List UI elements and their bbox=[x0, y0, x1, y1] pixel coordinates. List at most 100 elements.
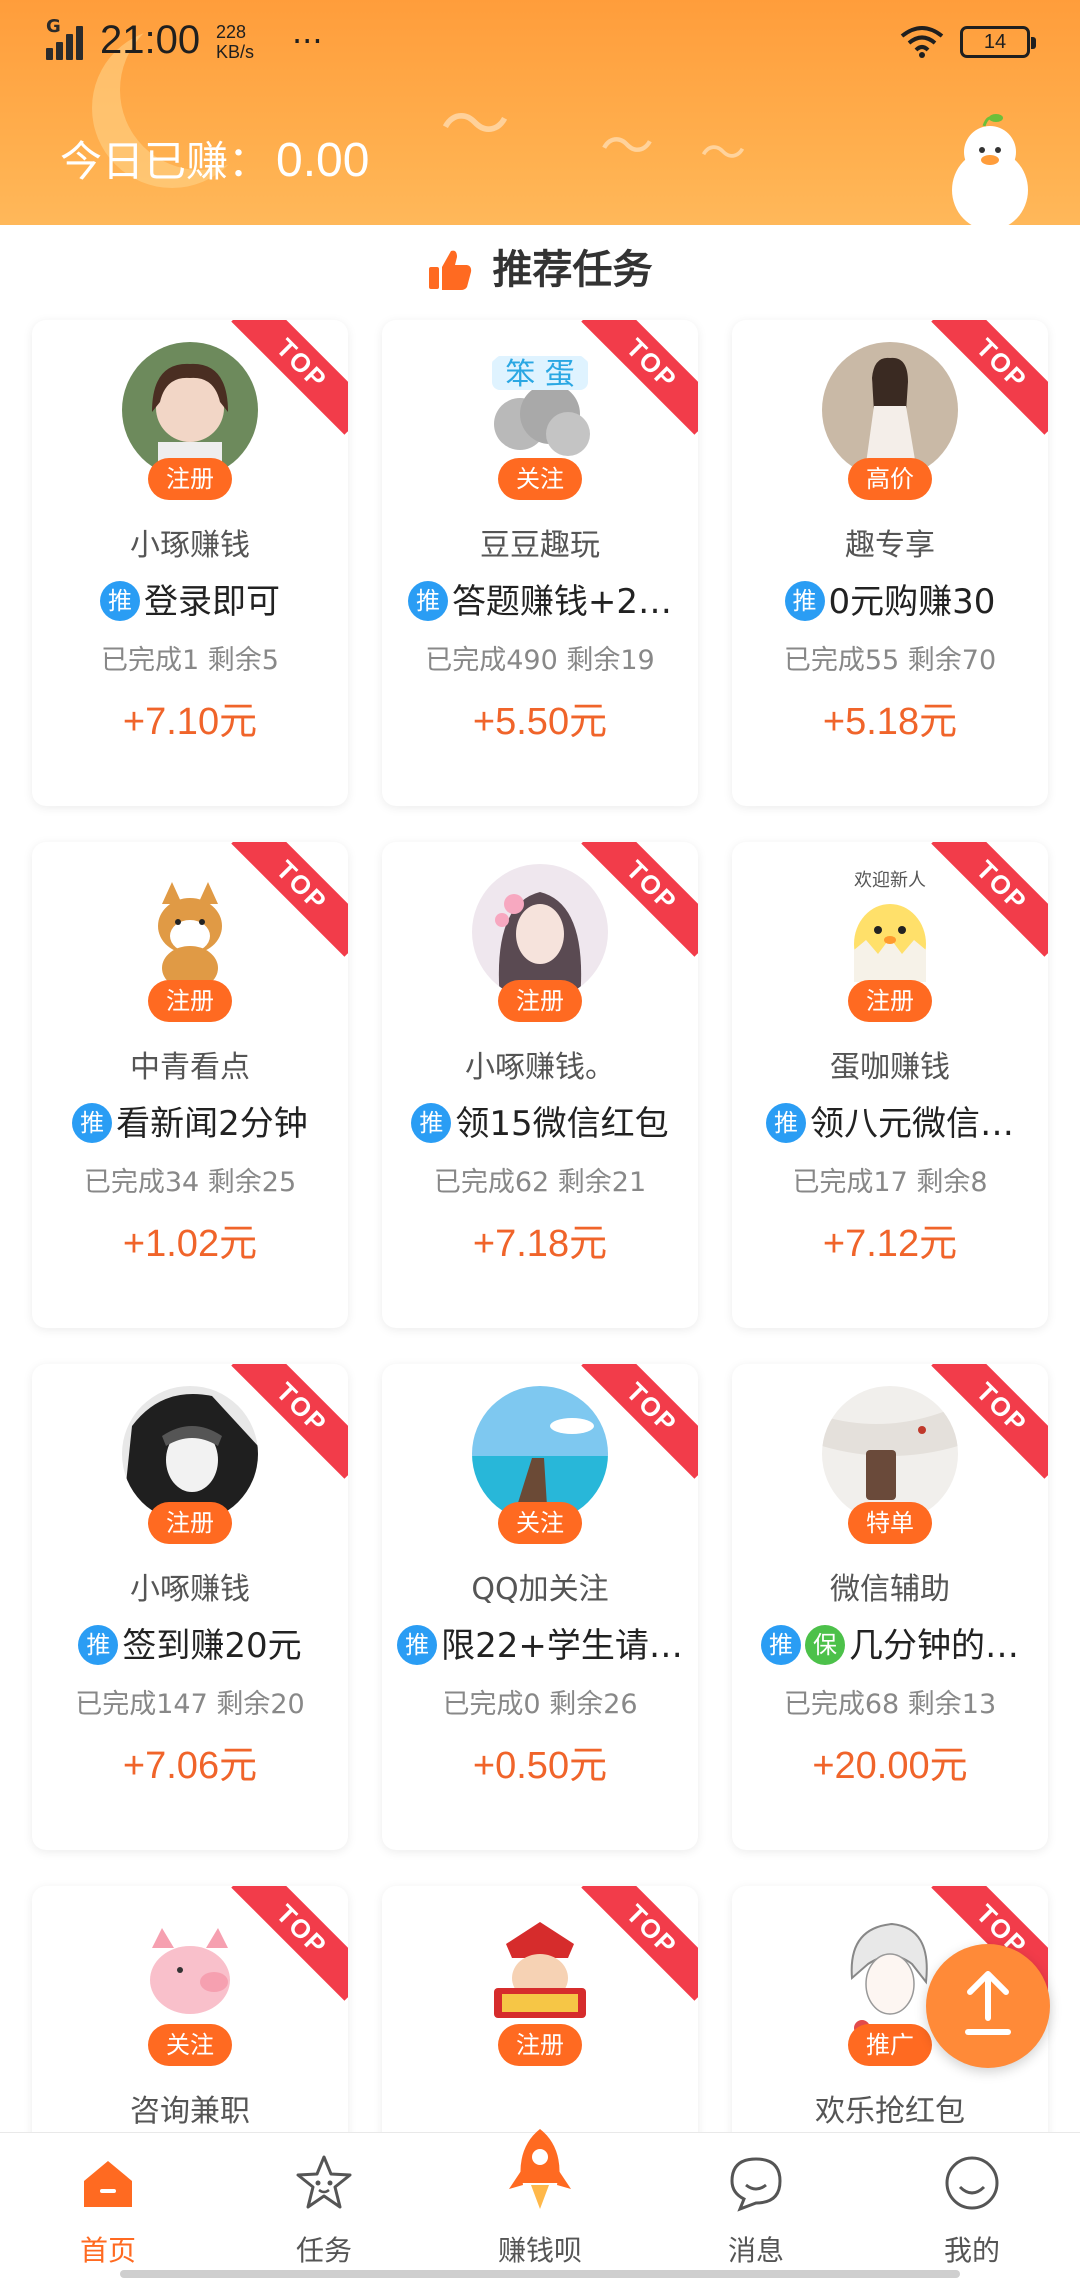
avatar: 注册 bbox=[472, 864, 608, 1022]
task-text: 几分钟的… bbox=[849, 1626, 1019, 1666]
message-icon bbox=[730, 2157, 782, 2212]
nav-item-profile[interactable]: 我的 bbox=[864, 2133, 1080, 2280]
task-card[interactable]: TOP 高价 趣专享 推 0元购赚30 已完成55 剩余70 +5.18元 bbox=[732, 320, 1048, 806]
task-stats: 已完成34 剩余25 bbox=[83, 1167, 297, 1198]
duck-mascot-icon bbox=[952, 114, 1028, 225]
svg-text:笨 蛋: 笨 蛋 bbox=[505, 357, 575, 392]
task-title: 推登录即可 bbox=[40, 574, 340, 624]
task-title: 推看新闻2分钟 bbox=[40, 1096, 340, 1146]
star-face-icon bbox=[296, 2155, 352, 2209]
guarantee-badge: 保 bbox=[805, 1624, 845, 1665]
task-title: 推限22+学生请… bbox=[390, 1618, 690, 1668]
recommend-badge: 推 bbox=[784, 580, 825, 621]
task-type-tag: 高价 bbox=[848, 458, 932, 500]
avatar: 高价 bbox=[822, 342, 958, 500]
task-card[interactable]: TOP 关注 QQ加关注 推限22+学生请… 已完成0 剩余26 +0.50元 bbox=[382, 1364, 698, 1850]
task-title: 推签到赚20元 bbox=[40, 1618, 340, 1668]
task-reward: +5.18元 bbox=[822, 701, 958, 743]
task-title: 推领八元微信… bbox=[740, 1096, 1040, 1146]
section-title: 推荐任务 bbox=[492, 247, 653, 293]
arrow-up-icon bbox=[965, 1971, 1011, 2035]
task-stats: 已完成62 剩余21 bbox=[433, 1167, 647, 1198]
status-bar: G 21:00 228 KB/s ··· 14 bbox=[0, 0, 1080, 90]
seagull-decoration: 〜 bbox=[700, 126, 746, 180]
task-card[interactable]: TOP 注册 小啄赚钱。 推领15微信红包 已完成62 剩余21 +7.18元 bbox=[382, 842, 698, 1328]
avatar: 关注 bbox=[122, 1908, 258, 2066]
task-type-tag: 注册 bbox=[148, 458, 232, 500]
home-indicator[interactable] bbox=[120, 2270, 960, 2278]
app-name: 小啄赚钱。 bbox=[465, 1050, 615, 1085]
bottom-nav: 首页 任务 赚钱呗 消息 我的 bbox=[0, 2129, 1080, 2280]
avatar: 笨 蛋 关注 bbox=[472, 342, 608, 500]
task-card[interactable]: TOP 注册 小啄赚钱 推签到赚20元 已完成147 剩余20 +7.06元 bbox=[32, 1364, 348, 1850]
task-type-tag: 注册 bbox=[148, 1502, 232, 1544]
recommend-badge: 推 bbox=[761, 1624, 801, 1665]
task-text: 登录即可 bbox=[144, 582, 280, 622]
task-grid: TOP 注册 小琢赚钱 推登录即可 已完成1 剩余5 +7.10元 TOP 笨 … bbox=[0, 320, 1080, 2280]
task-text: 看新闻2分钟 bbox=[116, 1104, 308, 1144]
nav-item-messages[interactable]: 消息 bbox=[648, 2133, 864, 2280]
header-banner: 〜 〜 〜 G 21:00 228 KB/s ··· 14 今日已赚： 0.00 bbox=[0, 0, 1080, 225]
task-text: 0元购赚30 bbox=[828, 582, 996, 622]
recommend-badge: 推 bbox=[100, 580, 140, 621]
task-stats: 已完成1 剩余5 bbox=[101, 645, 279, 676]
nav-label: 首页 bbox=[79, 2234, 136, 2267]
task-type-tag: 注册 bbox=[848, 980, 932, 1022]
recommend-badge: 推 bbox=[407, 580, 448, 621]
task-title: 推保几分钟的… bbox=[740, 1618, 1040, 1668]
today-earned-value: 0.00 bbox=[276, 134, 370, 187]
scroll-top-button[interactable] bbox=[926, 1944, 1050, 2068]
task-card[interactable]: TOP 笨 蛋 关注 豆豆趣玩 推答题赚钱+2… 已完成490 剩余19 +5.… bbox=[382, 320, 698, 806]
app-name: 小啄赚钱 bbox=[130, 1572, 250, 1607]
section-header: 推荐任务 bbox=[0, 225, 1080, 315]
today-earned: 今日已赚： 0.00 bbox=[60, 128, 369, 189]
task-card[interactable]: TOP 注册 小琢赚钱 推登录即可 已完成1 剩余5 +7.10元 bbox=[32, 320, 348, 806]
task-reward: +7.06元 bbox=[122, 1745, 258, 1787]
task-type-tag: 注册 bbox=[498, 980, 582, 1022]
task-title: 推领15微信红包 bbox=[390, 1096, 690, 1146]
task-reward: +7.10元 bbox=[122, 701, 258, 743]
recommend-badge: 推 bbox=[766, 1102, 806, 1143]
battery-icon: 14 bbox=[960, 26, 1036, 58]
task-type-tag: 注册 bbox=[148, 980, 232, 1022]
avatar: 欢迎新人 注册 bbox=[822, 864, 958, 1022]
avatar: 注册 bbox=[122, 864, 258, 1022]
seagull-decoration: 〜 bbox=[440, 84, 510, 166]
nav-item-tasks[interactable]: 任务 bbox=[216, 2133, 432, 2280]
nav-label: 消息 bbox=[727, 2234, 784, 2267]
home-icon bbox=[84, 2161, 132, 2207]
nav-item-home[interactable]: 首页 bbox=[0, 2133, 216, 2280]
task-type-tag: 关注 bbox=[498, 458, 582, 500]
task-reward: +0.50元 bbox=[472, 1745, 608, 1787]
network-speed: 228 KB/s bbox=[216, 22, 254, 62]
task-text: 限22+学生请… bbox=[441, 1626, 683, 1666]
task-text: 领八元微信… bbox=[810, 1104, 1014, 1144]
today-earned-label: 今日已赚： bbox=[60, 138, 271, 185]
task-stats: 已完成68 剩余13 bbox=[783, 1689, 997, 1720]
task-stats: 已完成17 剩余8 bbox=[792, 1167, 988, 1198]
task-type-tag: 关注 bbox=[148, 2024, 232, 2066]
task-card[interactable]: TOP 特单 微信辅助 推保几分钟的… 已完成68 剩余13 +20.00元 bbox=[732, 1364, 1048, 1850]
task-reward: +20.00元 bbox=[812, 1745, 968, 1787]
smile-face-icon bbox=[945, 2156, 999, 2210]
rocket-icon bbox=[509, 2129, 571, 2209]
task-card[interactable]: TOP 欢迎新人 注册 蛋咖赚钱 推领八元微信… 已完成17 剩余8 +7.12… bbox=[732, 842, 1048, 1328]
avatar: 关注 bbox=[472, 1386, 608, 1544]
nav-label: 我的 bbox=[943, 2234, 1000, 2267]
avatar: 注册 bbox=[122, 342, 258, 500]
nav-item-earn[interactable]: 赚钱呗 bbox=[432, 2129, 648, 2280]
task-type-tag: 关注 bbox=[498, 1502, 582, 1544]
task-reward: +7.18元 bbox=[472, 1223, 608, 1265]
task-type-tag: 特单 bbox=[848, 1502, 932, 1544]
recommend-badge: 推 bbox=[411, 1102, 452, 1143]
recommend-badge: 推 bbox=[78, 1624, 119, 1665]
more-notifications-icon: ··· bbox=[292, 22, 323, 60]
task-stats: 已完成55 剩余70 bbox=[783, 645, 997, 676]
app-name: 小琢赚钱 bbox=[130, 528, 250, 563]
task-stats: 已完成147 剩余20 bbox=[75, 1689, 305, 1720]
network-type: G bbox=[46, 16, 61, 37]
app-name: 中青看点 bbox=[130, 1050, 250, 1085]
clock: 21:00 bbox=[100, 18, 201, 62]
task-card[interactable]: TOP 注册 中青看点 推看新闻2分钟 已完成34 剩余25 +1.02元 bbox=[32, 842, 348, 1328]
task-text: 答题赚钱+2… bbox=[451, 582, 673, 622]
